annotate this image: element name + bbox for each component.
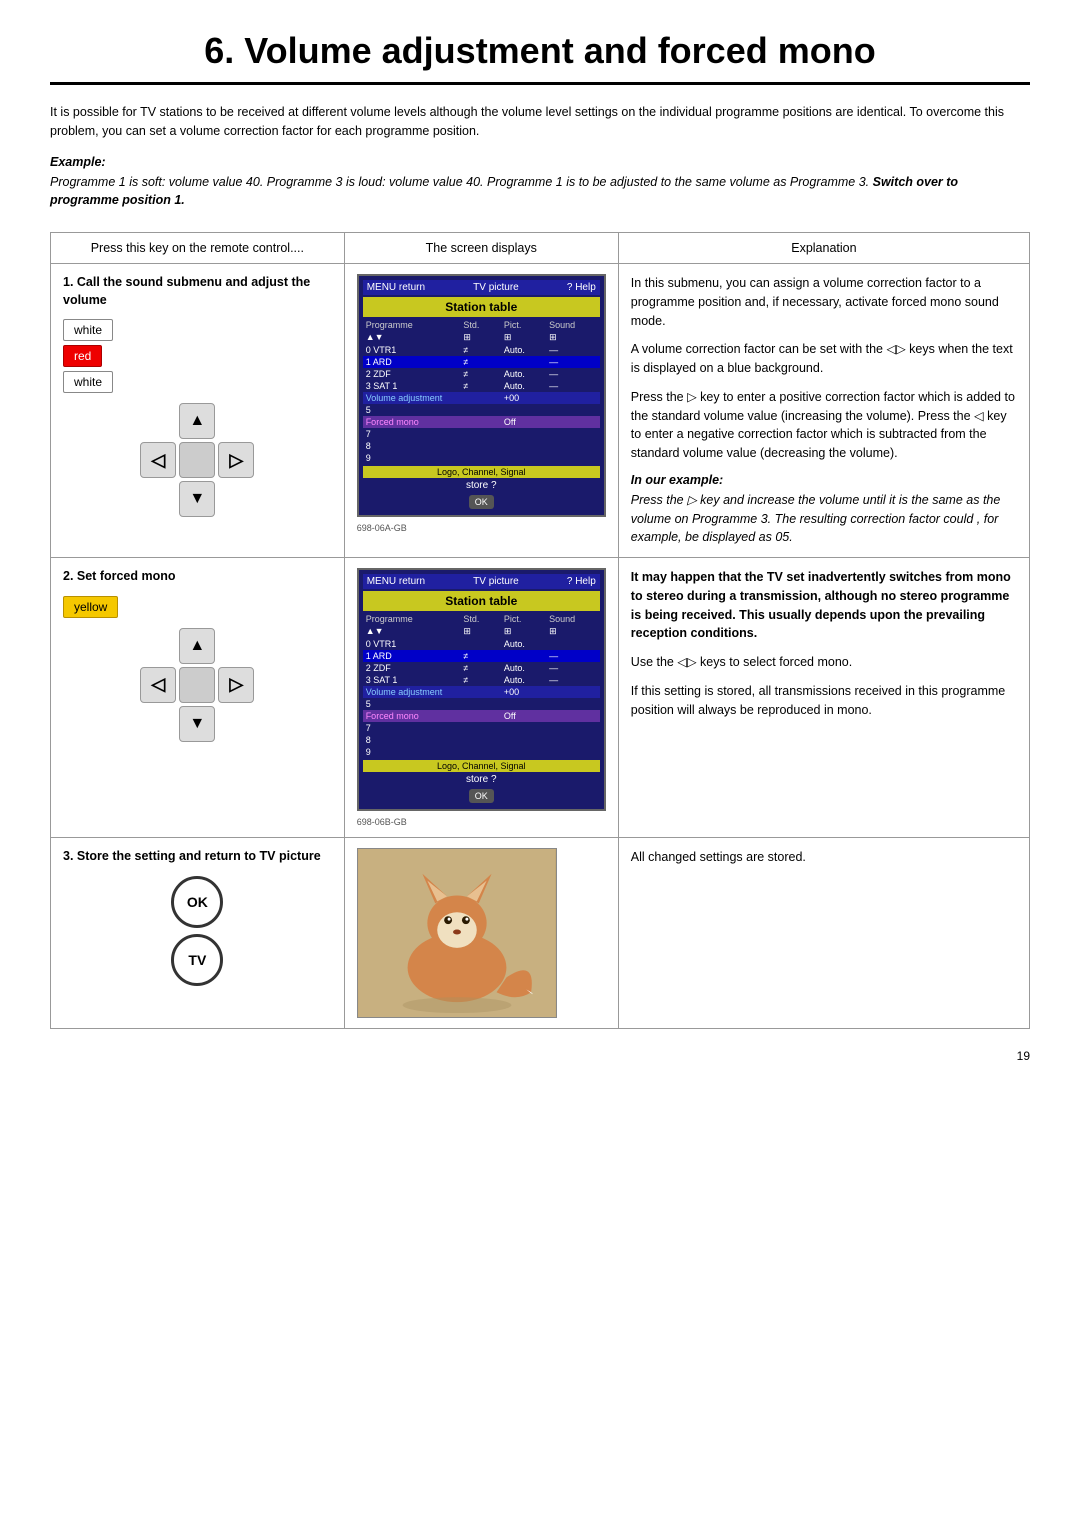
dpad-right: ▷ [218, 442, 254, 478]
tv-table-2: ProgrammeStd.Pict.Sound ▲▼⊞⊞⊞ 0 VTR1Auto… [363, 613, 600, 758]
step1-explanation-cell: In this submenu, you can assign a volume… [618, 264, 1029, 558]
header-remote: Press this key on the remote control.... [51, 233, 345, 264]
key-white-2: white [63, 371, 113, 393]
page-number: 19 [50, 1049, 1030, 1063]
tv-menu-2: MENU return [367, 576, 425, 587]
dpad2-up: ▲ [179, 628, 215, 664]
step1-remote-cell: 1. Call the sound submenu and adjust the… [51, 264, 345, 558]
tv-help-1: ? Help [567, 282, 596, 293]
dpad-center [179, 442, 215, 478]
tv-footnote-2: 698-06B-GB [357, 817, 606, 827]
tv-help-2: ? Help [567, 576, 596, 587]
step1-keys: white red white [63, 319, 332, 393]
example-text: Programme 1 is soft: volume value 40. Pr… [50, 173, 1030, 211]
tv-ok-1: OK [363, 493, 600, 511]
key-red: red [63, 345, 102, 367]
dpad2-left: ◁ [140, 667, 176, 703]
exp2-para1: Use the ◁▷ keys to select forced mono. [631, 653, 1017, 672]
step3-label: 3. Store the setting and return to TV pi… [63, 848, 332, 866]
step3-explanation-cell: All changed settings are stored. [618, 838, 1029, 1029]
step2-screen-cell: MENU return TV picture ? Help Station ta… [344, 558, 618, 838]
tv-topbar-2: MENU return TV picture ? Help [363, 574, 600, 589]
tv-store-2: store ? [363, 772, 600, 787]
exp1-para3: Press the ▷ key to enter a positive corr… [631, 388, 1017, 463]
step3-screen-cell [344, 838, 618, 1029]
in-our-example-text: Press the ▷ key and increase the volume … [631, 491, 1017, 547]
dpad-left: ◁ [140, 442, 176, 478]
intro-paragraph: It is possible for TV stations to be rec… [50, 103, 1030, 141]
in-our-example-label: In our example: [631, 473, 1017, 487]
step2-remote-cell: 2. Set forced mono yellow ▲ ◁ ▷ ▼ [51, 558, 345, 838]
tv-bottom-2: Logo, Channel, Signal [363, 760, 600, 772]
exp1-para1: In this submenu, you can assign a volume… [631, 274, 1017, 330]
fox-image [357, 848, 557, 1018]
step3-keys: OK TV [63, 876, 332, 986]
exp1-para2: A volume correction factor can be set wi… [631, 340, 1017, 378]
tv-title-1: Station table [363, 297, 600, 317]
example-italic-text: Programme 1 is soft: volume value 40. Pr… [50, 175, 869, 189]
tv-footnote-1: 698-06A-GB [357, 523, 606, 533]
tv-screen-1: MENU return TV picture ? Help Station ta… [357, 274, 606, 517]
tv-screen-2: MENU return TV picture ? Help Station ta… [357, 568, 606, 811]
tv-button: TV [171, 934, 223, 986]
step2-keys: yellow [63, 596, 332, 618]
step1-screen-cell: MENU return TV picture ? Help Station ta… [344, 264, 618, 558]
dpad-1: ▲ ◁ ▷ ▼ [63, 403, 332, 517]
tv-topbar-1: MENU return TV picture ? Help [363, 280, 600, 295]
tv-bottom-1: Logo, Channel, Signal [363, 466, 600, 478]
exp2-bold: It may happen that the TV set inadverten… [631, 568, 1017, 643]
dpad-2: ▲ ◁ ▷ ▼ [63, 628, 332, 742]
key-yellow: yellow [63, 596, 118, 618]
header-screen: The screen displays [344, 233, 618, 264]
example-label: Example: [50, 155, 1030, 169]
dpad2-right: ▷ [218, 667, 254, 703]
dpad2-down: ▼ [179, 706, 215, 742]
ok-button: OK [171, 876, 223, 928]
step3-remote-cell: 3. Store the setting and return to TV pi… [51, 838, 345, 1029]
exp3-text: All changed settings are stored. [631, 848, 1017, 867]
tv-table-1: ProgrammeStd.Pict.Sound ▲▼⊞⊞⊞ 0 VTR1≠Aut… [363, 319, 600, 464]
tv-ok-2: OK [363, 787, 600, 805]
step2-explanation-cell: It may happen that the TV set inadverten… [618, 558, 1029, 838]
step1-label: 1. Call the sound submenu and adjust the… [63, 274, 332, 309]
dpad-down: ▼ [179, 481, 215, 517]
page-title: 6. Volume adjustment and forced mono [50, 30, 1030, 85]
tv-store-1: store ? [363, 478, 600, 493]
dpad2-center [179, 667, 215, 703]
step2-label: 2. Set forced mono [63, 568, 332, 586]
key-white-1: white [63, 319, 113, 341]
tv-picture-1: TV picture [473, 282, 519, 293]
tv-picture-2: TV picture [473, 576, 519, 587]
main-instruction-table: Press this key on the remote control....… [50, 232, 1030, 1029]
tv-menu-1: MENU return [367, 282, 425, 293]
header-explanation: Explanation [618, 233, 1029, 264]
exp2-para2: If this setting is stored, all transmiss… [631, 682, 1017, 720]
tv-title-2: Station table [363, 591, 600, 611]
dpad-up: ▲ [179, 403, 215, 439]
